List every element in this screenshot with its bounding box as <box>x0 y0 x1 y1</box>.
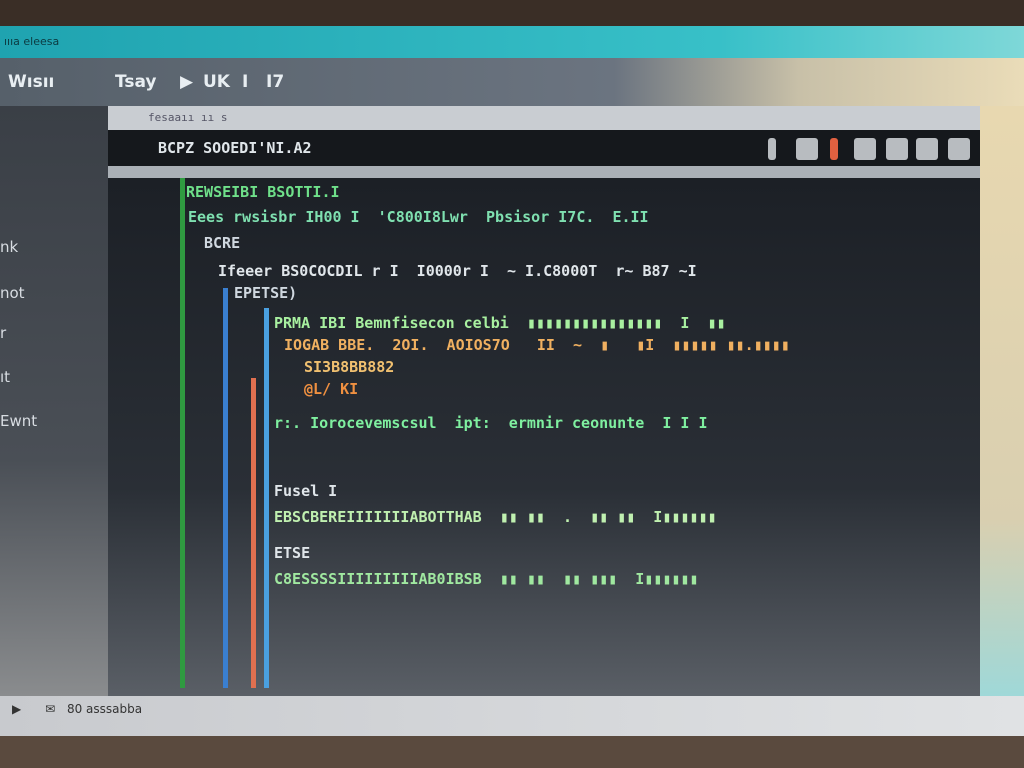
play-icon[interactable]: ▶ <box>180 72 193 92</box>
editor-header: BCPZ SOOEDI'NI.A2 <box>108 130 980 166</box>
menu-item[interactable]: Tsay <box>115 72 157 92</box>
code-line: ETSE <box>274 544 311 562</box>
code-line: Fusel I <box>274 482 338 500</box>
toolbar-item-2[interactable]: I <box>242 72 248 92</box>
mail-icon[interactable]: ✉ <box>45 702 55 716</box>
code-line: @L/ KI <box>304 380 359 398</box>
sidebar-item[interactable]: Ewnt <box>0 412 37 430</box>
code-line: EBSCBEREIIIIIIIABOTTHAB ▮▮ ▮▮ . ▮▮ ▮▮ I▮… <box>274 508 717 526</box>
toolbar-label[interactable]: Wısıı <box>8 72 54 92</box>
indent-guide <box>180 178 185 688</box>
file-name: BCPZ SOOEDI'NI.A2 <box>158 139 312 157</box>
top-bar: ıııa eleesa <box>0 26 1024 58</box>
sidebar-item[interactable]: not <box>0 284 25 302</box>
toolbar-item-3[interactable]: I7 <box>266 72 284 92</box>
code-line: C8ESSSSIIIIIIIIIAB0IBSB ▮▮ ▮▮ ▮▮ ▮▮▮ I▮▮… <box>274 570 699 588</box>
play-icon[interactable]: ▶ <box>12 702 21 716</box>
toolbar-item-1[interactable]: UK <box>203 72 230 92</box>
header-button[interactable] <box>948 138 970 160</box>
divider <box>108 166 980 178</box>
code-line: PRMA IBI Bemnfisecon celbi ▮▮▮▮▮▮▮▮▮▮▮▮▮… <box>274 314 726 332</box>
indent-guide <box>223 288 228 688</box>
app-title: ıııa eleesa <box>4 35 60 48</box>
code-line: REWSEIBI BSOTTI.I <box>186 183 340 201</box>
code-line: IOGAB BBE. 2OI. AOIOS7O II ~ ▮ ▮I ▮▮▮▮▮ … <box>284 336 790 354</box>
code-line: EPETSE) <box>234 284 298 302</box>
background-right <box>980 106 1024 696</box>
sidebar-item[interactable]: nk <box>0 238 18 256</box>
monitor-bezel <box>0 0 1024 26</box>
header-button[interactable] <box>886 138 908 160</box>
sidebar-item[interactable]: ıt <box>0 368 10 386</box>
status-text: 80 asssabba <box>66 702 143 716</box>
header-button[interactable] <box>796 138 818 160</box>
header-button[interactable] <box>830 138 838 160</box>
editor-window: fesaaıı ıı s BCPZ SOOEDI'NI.A2 REWSEIBI … <box>108 106 980 696</box>
header-button[interactable] <box>916 138 938 160</box>
status-bar: ▶ ✉ 80 asssabba <box>0 696 1024 736</box>
code-line: BCRE <box>204 234 241 252</box>
code-line: Ifeeer BS0COCDIL r I I0000r I ~ I.C8000T… <box>218 262 697 280</box>
code-line: SI3B8BB882 <box>304 358 395 376</box>
header-button[interactable] <box>768 138 776 160</box>
sidebar: nk not r ıt Ewnt <box>0 106 110 696</box>
toolbar: Wısıı Tsay ▶ UK I I7 <box>0 58 1024 106</box>
code-line: Eees rwsisbr IH00 I 'C800I8Lwr Pbsisor I… <box>188 208 649 226</box>
indent-guide <box>264 308 269 688</box>
window-title: fesaaıı ıı s <box>108 106 980 130</box>
code-line: r:. Iorocevemscsul ipt: ermnir ceonunte … <box>274 414 708 432</box>
monitor-bezel-bottom <box>0 736 1024 768</box>
header-button[interactable] <box>854 138 876 160</box>
code-area[interactable]: REWSEIBI BSOTTI.I Eees rwsisbr IH00 I 'C8… <box>108 178 980 696</box>
sidebar-item[interactable]: r <box>0 324 6 342</box>
indent-guide <box>251 378 256 688</box>
